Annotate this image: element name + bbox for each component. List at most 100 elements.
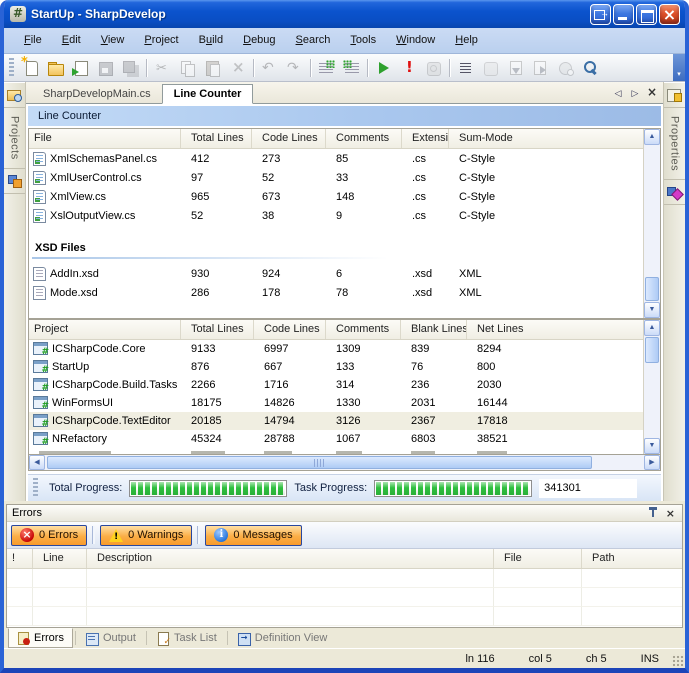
save-all-button[interactable]: [118, 56, 143, 79]
toolbar-grip-handle[interactable]: [9, 58, 14, 78]
save-file-button[interactable]: [93, 56, 118, 79]
uncomment-region-button[interactable]: [339, 56, 364, 79]
column-header-comments[interactable]: Comments: [326, 129, 402, 148]
column-header-project[interactable]: Project: [29, 320, 181, 339]
new-file-button[interactable]: [18, 56, 43, 79]
stop-button[interactable]: [421, 56, 446, 79]
scroll-down-icon[interactable]: ▼: [644, 302, 660, 318]
menu-item-build[interactable]: Build: [189, 28, 233, 53]
open-solution-button[interactable]: [68, 56, 93, 79]
close-doc-icon[interactable]: ×: [645, 86, 659, 100]
column-header-extension[interactable]: Extension: [402, 129, 449, 148]
menu-item-tools[interactable]: Tools: [340, 28, 386, 53]
projects-table-hscrollbar[interactable]: ◀ ▶: [28, 455, 661, 471]
pad-label-projects[interactable]: Projects: [9, 108, 21, 168]
doc-tab-line-counter[interactable]: Line Counter: [162, 84, 254, 104]
menu-item-window[interactable]: Window: [386, 28, 445, 53]
table-row[interactable]: Mode.xsd28617878.xsdXML: [29, 283, 643, 302]
errors-filter-button[interactable]: 0 Errors: [11, 525, 87, 546]
scroll-track[interactable]: [45, 456, 644, 469]
comment-region-button[interactable]: [314, 56, 339, 79]
menu-item-search[interactable]: Search: [286, 28, 341, 53]
column-header-sum-mode[interactable]: Sum-Mode: [449, 129, 643, 148]
open-file-button[interactable]: [43, 56, 68, 79]
column-header-total-lines[interactable]: Total Lines: [181, 320, 254, 339]
column-header-blank-lines[interactable]: Blank Lines: [401, 320, 467, 339]
table-row[interactable]: XmlView.cs965673148.csC-Style: [29, 187, 643, 206]
column-header--[interactable]: !: [7, 549, 33, 568]
scroll-down-icon[interactable]: ▼: [644, 438, 660, 454]
scroll-track[interactable]: [645, 145, 659, 302]
doc-tab-sharpdevelopmain-cs[interactable]: SharpDevelopMain.cs: [32, 85, 162, 103]
scroll-up-icon[interactable]: ▲: [644, 129, 660, 145]
scroll-right-icon[interactable]: ▶: [644, 455, 660, 470]
scroll-thumb[interactable]: [47, 456, 592, 469]
scroll-up-icon[interactable]: ▲: [644, 320, 660, 336]
messages-filter-button[interactable]: 0 Messages: [205, 525, 301, 546]
prev-doc-icon[interactable]: ◁: [611, 86, 625, 100]
table-row[interactable]: StartUp87666713376800: [29, 358, 643, 376]
pin-icon[interactable]: [648, 507, 658, 519]
menu-item-project[interactable]: Project: [134, 28, 188, 53]
toggle-window-icon[interactable]: [590, 4, 611, 25]
scroll-thumb[interactable]: [645, 337, 659, 363]
rounded-square-button[interactable]: [478, 56, 503, 79]
deploy-page-button[interactable]: [528, 56, 553, 79]
table-row[interactable]: NRefactory45324287881067680338521: [29, 430, 643, 448]
column-header-file[interactable]: File: [494, 549, 582, 568]
abort-button[interactable]: [396, 56, 421, 79]
search-button[interactable]: [578, 56, 603, 79]
scroll-thumb[interactable]: [645, 277, 659, 301]
delete-button[interactable]: [225, 56, 250, 79]
table-row[interactable]: XmlUserControl.cs975233.csC-Style: [29, 168, 643, 187]
run-button[interactable]: [371, 56, 396, 79]
column-header-line[interactable]: Line: [33, 549, 87, 568]
table-row[interactable]: WinFormsUI18175148261330203116144: [29, 394, 643, 412]
bottom-tab-errors[interactable]: Errors: [8, 628, 73, 648]
table-row[interactable]: ICSharpCode.TextEditor201851479431262367…: [29, 412, 643, 430]
pad-tab-projects[interactable]: [4, 82, 25, 108]
scroll-left-icon[interactable]: ◀: [29, 455, 45, 470]
menu-item-edit[interactable]: Edit: [52, 28, 91, 53]
pad-label-properties[interactable]: Properties: [669, 108, 681, 179]
copy-button[interactable]: [175, 56, 200, 79]
column-header-comments[interactable]: Comments: [326, 320, 401, 339]
next-doc-icon[interactable]: ▷: [628, 86, 642, 100]
progress-toolbar-grip[interactable]: [33, 478, 38, 498]
scroll-track[interactable]: [645, 336, 659, 438]
column-header-total-lines[interactable]: Total Lines: [181, 129, 252, 148]
maximize-icon[interactable]: [636, 4, 657, 25]
undo-button[interactable]: [257, 56, 282, 79]
bottom-tab-output[interactable]: Output: [78, 628, 144, 648]
table-row[interactable]: XslOutputView.cs52389.csC-Style: [29, 206, 643, 225]
toolbar-overflow-icon[interactable]: ▾: [673, 54, 685, 81]
files-table-vscrollbar[interactable]: ▲ ▼: [643, 129, 660, 318]
redo-button[interactable]: [282, 56, 307, 79]
bottom-tab-definition-view[interactable]: Definition View: [230, 628, 336, 648]
pad-tab-properties[interactable]: [664, 82, 685, 108]
menu-item-view[interactable]: View: [91, 28, 135, 53]
web-search-button[interactable]: [553, 56, 578, 79]
column-header-code-lines[interactable]: Code Lines: [252, 129, 326, 148]
projects-table-vscrollbar[interactable]: ▲ ▼: [643, 320, 660, 454]
bottom-tab-task-list[interactable]: Task List: [149, 628, 225, 648]
column-header-description[interactable]: Description: [87, 549, 494, 568]
table-row[interactable]: ICSharpCode.Build.Tasks22661716314236203…: [29, 376, 643, 394]
resize-grip[interactable]: [671, 654, 684, 667]
table-row[interactable]: AddIn.xsd9309246.xsdXML: [29, 264, 643, 283]
build-page-button[interactable]: [503, 56, 528, 79]
list-lines-button[interactable]: [453, 56, 478, 79]
menu-item-help[interactable]: Help: [445, 28, 488, 53]
column-header-net-lines[interactable]: Net Lines: [467, 320, 643, 339]
paste-button[interactable]: [200, 56, 225, 79]
cut-button[interactable]: [150, 56, 175, 79]
menu-item-file[interactable]: File: [14, 28, 52, 53]
menu-item-debug[interactable]: Debug: [233, 28, 285, 53]
column-header-file[interactable]: File: [29, 129, 181, 148]
title-bar[interactable]: # StartUp - SharpDevelop: [4, 0, 685, 28]
table-row[interactable]: ICSharpCode.Core9133699713098398294: [29, 340, 643, 358]
warnings-filter-button[interactable]: 0 Warnings: [100, 525, 192, 546]
close-panel-icon[interactable]: ×: [664, 507, 677, 520]
pad-tab-secondary[interactable]: [664, 179, 685, 205]
table-row[interactable]: XmlSchemasPanel.cs41227385.csC-Style: [29, 149, 643, 168]
